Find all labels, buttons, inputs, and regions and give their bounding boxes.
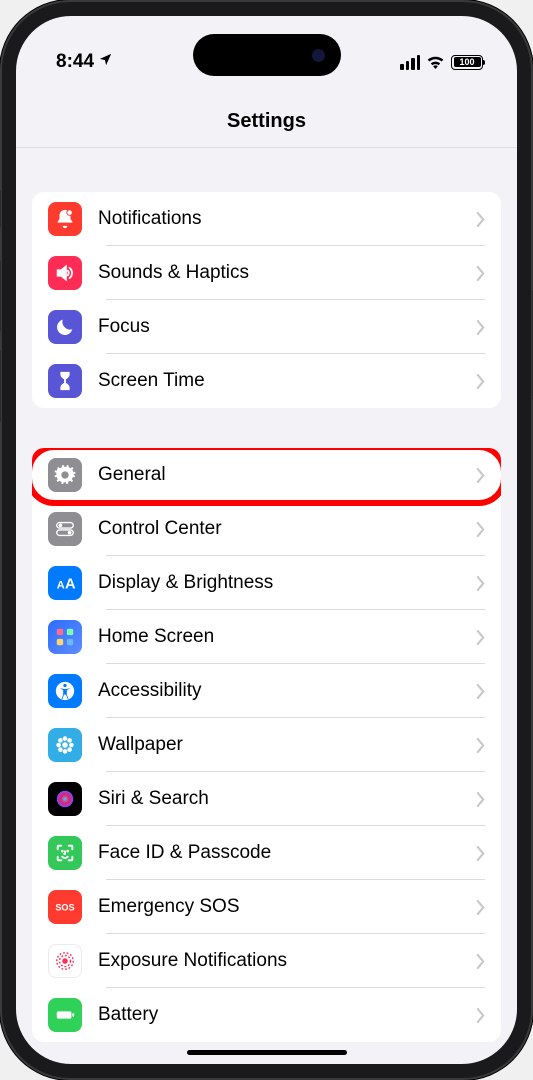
row-label: Display & Brightness [98, 572, 476, 594]
chevron-right-icon [476, 738, 485, 753]
settings-row-emergency-sos[interactable]: SOS Emergency SOS [32, 880, 501, 934]
settings-row-focus[interactable]: Focus [32, 300, 501, 354]
chevron-right-icon [476, 954, 485, 969]
battery-icon: 100 [451, 55, 483, 70]
speaker-icon [48, 256, 82, 290]
chevron-right-icon [476, 684, 485, 699]
chevron-right-icon [476, 846, 485, 861]
flower-icon [48, 728, 82, 762]
settings-row-notifications[interactable]: Notifications [32, 192, 501, 246]
faceid-icon [48, 836, 82, 870]
row-label: Emergency SOS [98, 896, 476, 918]
chevron-right-icon [476, 266, 485, 281]
row-label: Accessibility [98, 680, 476, 702]
screen: 8:44 100 Settings Notifications Sounds & … [16, 16, 517, 1064]
row-label: Exposure Notifications [98, 950, 476, 972]
row-label: Sounds & Haptics [98, 262, 476, 284]
settings-row-face-id-passcode[interactable]: Face ID & Passcode [32, 826, 501, 880]
exposure-icon [48, 944, 82, 978]
phone-frame: 8:44 100 Settings Notifications Sounds & … [0, 0, 533, 1080]
svg-text:A: A [65, 577, 76, 593]
row-label: Siri & Search [98, 788, 476, 810]
row-label: Wallpaper [98, 734, 476, 756]
moon-icon [48, 310, 82, 344]
location-icon [98, 51, 113, 73]
settings-row-screen-time[interactable]: Screen Time [32, 354, 501, 408]
settings-group-1: Notifications Sounds & Haptics Focus Screen… [32, 192, 501, 408]
chevron-right-icon [476, 576, 485, 591]
bell-badge-icon [48, 202, 82, 236]
row-label: Face ID & Passcode [98, 842, 476, 864]
settings-row-home-screen[interactable]: Home Screen [32, 610, 501, 664]
settings-row-wallpaper[interactable]: Wallpaper [32, 718, 501, 772]
cellular-icon [400, 55, 420, 70]
settings-row-battery[interactable]: Battery [32, 988, 501, 1042]
settings-row-sounds-haptics[interactable]: Sounds & Haptics [32, 246, 501, 300]
row-label: Notifications [98, 208, 476, 230]
chevron-right-icon [476, 630, 485, 645]
siri-icon [48, 782, 82, 816]
chevron-right-icon [476, 1008, 485, 1023]
chevron-right-icon [476, 792, 485, 807]
wifi-icon [426, 55, 445, 69]
battery-icon [48, 998, 82, 1032]
settings-row-control-center[interactable]: Control Center [32, 502, 501, 556]
dynamic-island [193, 34, 341, 76]
row-label: Control Center [98, 518, 476, 540]
settings-group-2: General Control Center AA Display & Brightn… [32, 448, 501, 1042]
accessibility-icon [48, 674, 82, 708]
status-time: 8:44 [56, 51, 94, 73]
row-label: Focus [98, 316, 476, 338]
settings-list[interactable]: Notifications Sounds & Haptics Focus Screen… [16, 148, 517, 1056]
switches-icon [48, 512, 82, 546]
settings-row-accessibility[interactable]: Accessibility [32, 664, 501, 718]
chevron-right-icon [476, 374, 485, 389]
home-indicator[interactable] [187, 1050, 347, 1055]
row-label: General [98, 464, 476, 486]
sos-icon: SOS [48, 890, 82, 924]
svg-text:A: A [57, 580, 65, 592]
svg-text:SOS: SOS [55, 903, 74, 913]
chevron-right-icon [476, 900, 485, 915]
hourglass-icon [48, 364, 82, 398]
chevron-right-icon [476, 468, 485, 483]
chevron-right-icon [476, 320, 485, 335]
text-size-icon: AA [48, 566, 82, 600]
settings-row-exposure-notifications[interactable]: Exposure Notifications [32, 934, 501, 988]
chevron-right-icon [476, 212, 485, 227]
row-label: Screen Time [98, 370, 476, 392]
page-title: Settings [16, 82, 517, 148]
settings-row-siri-search[interactable]: Siri & Search [32, 772, 501, 826]
settings-row-display-brightness[interactable]: AA Display & Brightness [32, 556, 501, 610]
row-label: Battery [98, 1004, 476, 1026]
grid-icon [48, 620, 82, 654]
chevron-right-icon [476, 522, 485, 537]
settings-row-general[interactable]: General [32, 448, 501, 502]
gear-icon [48, 458, 82, 492]
row-label: Home Screen [98, 626, 476, 648]
